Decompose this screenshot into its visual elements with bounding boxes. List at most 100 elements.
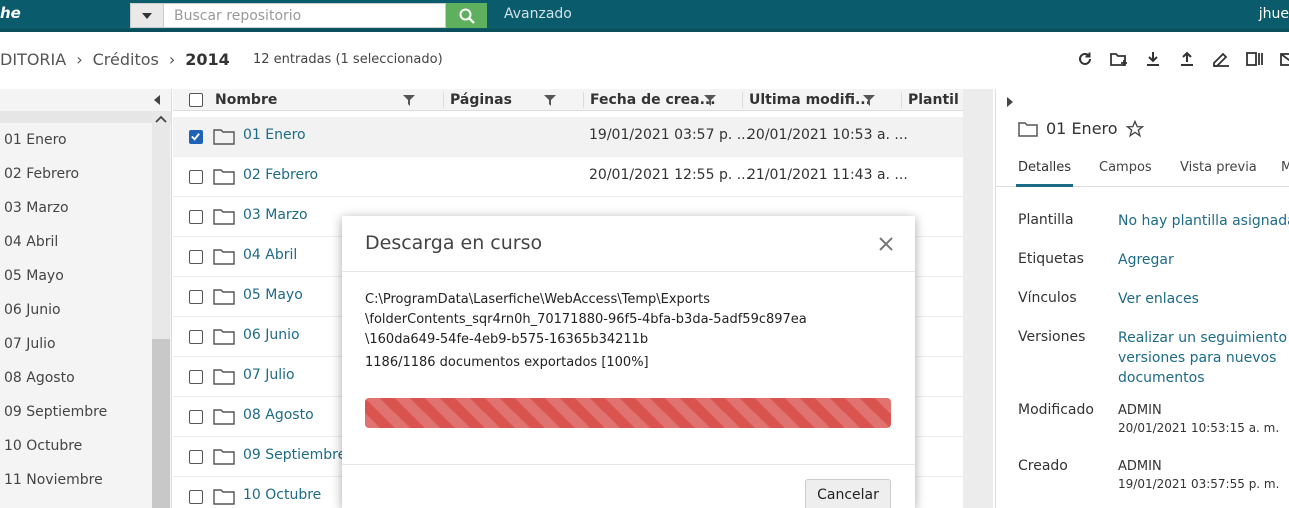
row-checkbox[interactable] [189,330,203,344]
track-versions-link[interactable]: versiones para nuevos [1118,348,1276,368]
properties-button[interactable] [1238,47,1272,71]
folder-icon [213,129,235,145]
table-row[interactable]: 02 Febrero 20/01/2021 12:55 p. ... 21/01/2… [173,157,993,197]
breadcrumb-item[interactable]: Créditos [93,50,159,69]
column-created[interactable]: Fecha de crea... [590,89,740,111]
column-separator [443,92,444,108]
user-menu[interactable]: jhue [1259,6,1289,22]
filter-icon[interactable] [544,95,556,106]
upload-button[interactable] [1170,47,1204,71]
tree-item[interactable]: 04 Abril [0,225,171,259]
email-button[interactable] [1272,47,1289,71]
breadcrumb-item[interactable]: DITORIA [0,50,66,69]
download-button[interactable] [1136,47,1170,71]
download-dialog: Descarga en curso C:\ProgramData\Laserfi… [342,216,915,508]
row-name[interactable]: 05 Mayo [243,287,303,303]
tab-fields[interactable]: Campos [1097,160,1154,187]
expand-panel-button[interactable] [1006,95,1014,111]
track-versions-link[interactable]: documentos [1118,368,1205,388]
tree-item[interactable]: 03 Marzo [0,191,171,225]
column-pages[interactable]: Páginas [450,89,580,111]
table-row[interactable]: 01 Enero 19/01/2021 03:57 p. ... 20/01/202… [173,117,993,157]
search-scope-dropdown[interactable] [130,3,164,28]
template-link[interactable]: No hay plantilla asignada [1118,211,1289,231]
tags-label: Etiquetas [1018,251,1084,267]
row-checkbox[interactable] [189,170,203,184]
advanced-search-link[interactable]: Avanzado [504,6,572,22]
folder-icon [213,209,235,225]
cancel-button[interactable]: Cancelar [805,479,891,508]
refresh-icon [1079,52,1091,65]
filter-icon[interactable] [863,95,875,106]
created-label: Creado [1018,458,1068,474]
close-button[interactable] [878,236,894,256]
tree-item[interactable]: 09 Septiembre [0,395,171,429]
versions-label: Versiones [1018,329,1086,345]
folder-icon [213,289,235,305]
modified-label: Modificado [1018,402,1094,418]
star-icon[interactable] [1125,119,1144,138]
tree-item[interactable]: 11 Noviembre [0,463,171,497]
tree-item[interactable]: 10 Octubre [0,429,171,463]
tree-item[interactable]: 02 Febrero [0,157,171,191]
row-name[interactable]: 07 Julio [243,367,295,383]
filter-icon[interactable] [403,95,415,106]
chevron-down-icon [142,12,152,19]
row-checkbox[interactable] [189,410,203,424]
folder-icon [213,369,235,385]
upload-icon [1181,51,1193,66]
tab-details[interactable]: Detalles [1016,160,1074,187]
collapse-tree-button[interactable] [153,93,161,109]
column-template[interactable]: Plantill [908,89,958,111]
brand-logo[interactable]: he [0,4,21,22]
view-links-link[interactable]: Ver enlaces [1118,289,1199,309]
search-button[interactable] [446,3,487,28]
select-all-checkbox[interactable] [189,89,203,111]
template-label: Plantilla [1018,212,1074,228]
filter-icon[interactable] [704,95,716,106]
tree-scrollbar[interactable] [152,111,170,508]
row-name[interactable]: 03 Marzo [243,207,308,223]
tree-item[interactable]: 05 Mayo [0,259,171,293]
folder-icon [213,329,235,345]
row-name[interactable]: 10 Octubre [243,487,321,503]
tree-item[interactable] [0,111,171,123]
row-checkbox[interactable] [189,250,203,264]
column-name[interactable]: Nombre [215,89,445,111]
row-modified: 20/01/2021 10:53 a. ... [747,127,908,143]
tree-item[interactable]: 01 Enero [0,123,171,157]
row-name[interactable]: 06 Junio [243,327,300,343]
row-name[interactable]: 02 Febrero [243,167,318,183]
chevron-up-icon [155,115,167,123]
row-name[interactable]: 04 Abril [243,247,297,263]
grid-scrollbar[interactable] [963,89,993,508]
tree-item[interactable]: 08 Agosto [0,361,171,395]
new-folder-icon [1110,53,1127,66]
tree-item[interactable]: 07 Julio [0,327,171,361]
row-checkbox[interactable] [189,290,203,304]
row-name[interactable]: 09 Septiembre [243,447,346,463]
folder-icon [213,409,235,425]
tab-preview[interactable]: Vista previa [1178,160,1259,187]
row-checkbox[interactable] [189,130,203,144]
search-input[interactable] [164,3,446,28]
row-name[interactable]: 01 Enero [243,127,306,143]
column-modified-label: Ultima modifi... [749,92,871,108]
tree-item[interactable]: 06 Junio [0,293,171,327]
row-checkbox[interactable] [189,490,203,504]
panel-tabs: Detalles Campos Vista previa M [996,155,1289,187]
track-versions-link[interactable]: Realizar un seguimiento de [1118,328,1289,348]
add-tag-link[interactable]: Agregar [1118,250,1174,270]
panel-title: 01 Enero [1018,119,1144,138]
search-bar [130,3,487,28]
new-folder-button[interactable] [1102,47,1136,71]
tab-more[interactable]: M [1279,160,1289,187]
column-modified[interactable]: Ultima modifi... [749,89,899,111]
sign-button[interactable] [1204,47,1238,71]
refresh-button[interactable] [1068,47,1102,71]
row-checkbox[interactable] [189,210,203,224]
row-name[interactable]: 08 Agosto [243,407,314,423]
row-checkbox[interactable] [189,450,203,464]
scrollbar-thumb[interactable] [152,339,170,508]
row-checkbox[interactable] [189,370,203,384]
